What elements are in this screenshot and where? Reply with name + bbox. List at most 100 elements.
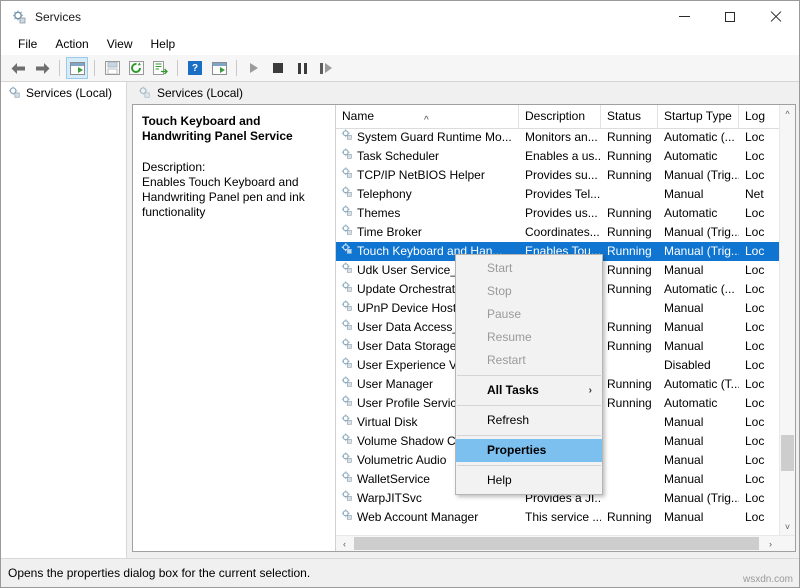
minimize-button[interactable] xyxy=(661,1,707,32)
title-bar: Services xyxy=(1,1,799,33)
context-menu: StartStopPauseResumeRestartAll Tasks›Ref… xyxy=(455,254,603,495)
cell-log-on-as: Loc xyxy=(739,147,775,166)
console-tree-pane: Services (Local) xyxy=(1,82,127,579)
vertical-scrollbar-thumb[interactable] xyxy=(781,435,794,471)
maximize-button[interactable] xyxy=(707,1,753,32)
service-name-label: Virtual Disk xyxy=(357,413,417,432)
horizontal-scrollbar[interactable]: ‹ › xyxy=(336,535,795,551)
menu-view[interactable]: View xyxy=(98,35,142,53)
service-name-label: Themes xyxy=(357,204,400,223)
table-row[interactable]: Web Account ManagerThis service ...Runni… xyxy=(336,508,795,527)
column-header-name[interactable]: Name ^ xyxy=(336,105,519,128)
service-gear-icon xyxy=(340,432,353,451)
pause-service-icon[interactable] xyxy=(291,57,313,79)
cell-description: Provides Tel... xyxy=(519,185,601,204)
context-menu-item-refresh[interactable]: Refresh xyxy=(456,409,602,432)
service-name-label: System Guard Runtime Mo... xyxy=(357,128,512,147)
context-menu-separator xyxy=(457,435,601,436)
cell-log-on-as: Loc xyxy=(739,413,775,432)
forward-icon[interactable] xyxy=(31,57,53,79)
watermark: wsxdn.com xyxy=(743,574,793,585)
cell-startup-type: Manual xyxy=(658,299,739,318)
close-button[interactable] xyxy=(753,1,799,32)
context-menu-item-resume: Resume xyxy=(456,326,602,349)
scroll-left-icon[interactable]: ‹ xyxy=(336,536,353,551)
cell-log-on-as: Net xyxy=(739,185,775,204)
context-menu-item-start: Start xyxy=(456,257,602,280)
window-controls xyxy=(661,1,799,32)
cell-log-on-as: Loc xyxy=(739,489,775,508)
show-hide-console-tree-icon[interactable] xyxy=(66,57,88,79)
scroll-right-icon[interactable]: › xyxy=(762,536,779,551)
cell-startup-type: Disabled xyxy=(658,356,739,375)
table-row[interactable]: Time BrokerCoordinates...RunningManual (… xyxy=(336,223,795,242)
scroll-down-icon[interactable]: ˅ xyxy=(780,518,795,535)
stop-service-icon[interactable] xyxy=(267,57,289,79)
table-row[interactable]: TCP/IP NetBIOS HelperProvides su...Runni… xyxy=(336,166,795,185)
export-list-icon[interactable] xyxy=(149,57,171,79)
save-icon[interactable] xyxy=(101,57,123,79)
cell-startup-type: Manual xyxy=(658,470,739,489)
column-header-log-on-as[interactable]: Log xyxy=(739,105,775,128)
service-gear-icon xyxy=(340,166,353,185)
context-menu-item-all-tasks[interactable]: All Tasks› xyxy=(456,379,602,402)
context-menu-item-label: Pause xyxy=(487,307,521,321)
toolbar: ? xyxy=(1,55,799,82)
tree-item-services-local[interactable]: Services (Local) xyxy=(1,82,126,104)
properties-icon[interactable] xyxy=(208,57,230,79)
context-menu-item-label: Help xyxy=(487,473,512,487)
cell-log-on-as: Loc xyxy=(739,508,775,527)
cell-status xyxy=(601,451,658,470)
context-menu-separator xyxy=(457,375,601,376)
context-menu-item-help[interactable]: Help xyxy=(456,469,602,492)
service-gear-icon xyxy=(340,185,353,204)
service-gear-icon xyxy=(340,299,353,318)
table-row[interactable]: ThemesProvides us...RunningAutomaticLoc xyxy=(336,204,795,223)
cell-description: Enables a us... xyxy=(519,147,601,166)
cell-log-on-as: Loc xyxy=(739,261,775,280)
pane-header-label: Services (Local) xyxy=(157,86,243,100)
cell-status xyxy=(601,356,658,375)
service-gear-icon xyxy=(340,280,353,299)
service-gear-icon xyxy=(340,508,353,527)
cell-name: System Guard Runtime Mo... xyxy=(336,128,519,147)
column-header-startup-type[interactable]: Startup Type xyxy=(658,105,739,128)
column-header-description[interactable]: Description xyxy=(519,105,601,128)
context-menu-separator xyxy=(457,465,601,466)
column-header-status[interactable]: Status xyxy=(601,105,658,128)
start-service-icon[interactable] xyxy=(243,57,265,79)
cell-status: Running xyxy=(601,223,658,242)
table-row[interactable]: TelephonyProvides Tel...ManualNet xyxy=(336,185,795,204)
cell-startup-type: Manual (Trig... xyxy=(658,223,739,242)
cell-startup-type: Automatic xyxy=(658,394,739,413)
service-gear-icon xyxy=(340,128,353,147)
detail-description-text: Enables Touch Keyboard and Handwriting P… xyxy=(142,175,325,220)
toolbar-separator-2 xyxy=(94,60,95,76)
menu-help[interactable]: Help xyxy=(142,35,185,53)
services-gear-icon xyxy=(137,85,151,102)
restart-service-icon[interactable] xyxy=(315,57,337,79)
menu-file[interactable]: File xyxy=(9,35,46,53)
back-icon[interactable] xyxy=(7,57,29,79)
vertical-scrollbar[interactable]: ^ ˅ xyxy=(779,105,795,535)
toolbar-separator-4 xyxy=(236,60,237,76)
refresh-icon[interactable] xyxy=(125,57,147,79)
service-name-label: Update Orchestrat xyxy=(357,280,455,299)
horizontal-scrollbar-thumb[interactable] xyxy=(354,537,759,550)
cell-log-on-as: Loc xyxy=(739,204,775,223)
services-gear-icon xyxy=(7,85,21,102)
cell-description: Provides us... xyxy=(519,204,601,223)
scroll-up-icon[interactable]: ^ xyxy=(780,105,795,122)
table-row[interactable]: System Guard Runtime Mo...Monitors an...… xyxy=(336,128,795,147)
cell-startup-type: Manual xyxy=(658,337,739,356)
cell-log-on-as: Loc xyxy=(739,451,775,470)
table-row[interactable]: Task SchedulerEnables a us...RunningAuto… xyxy=(336,147,795,166)
status-bar: Opens the properties dialog box for the … xyxy=(1,558,799,587)
cell-startup-type: Automatic xyxy=(658,147,739,166)
help-icon[interactable]: ? xyxy=(184,57,206,79)
menu-action[interactable]: Action xyxy=(46,35,97,53)
cell-log-on-as: Loc xyxy=(739,318,775,337)
context-menu-item-properties[interactable]: Properties xyxy=(456,439,602,462)
service-gear-icon xyxy=(340,318,353,337)
status-bar-text: Opens the properties dialog box for the … xyxy=(8,566,310,580)
